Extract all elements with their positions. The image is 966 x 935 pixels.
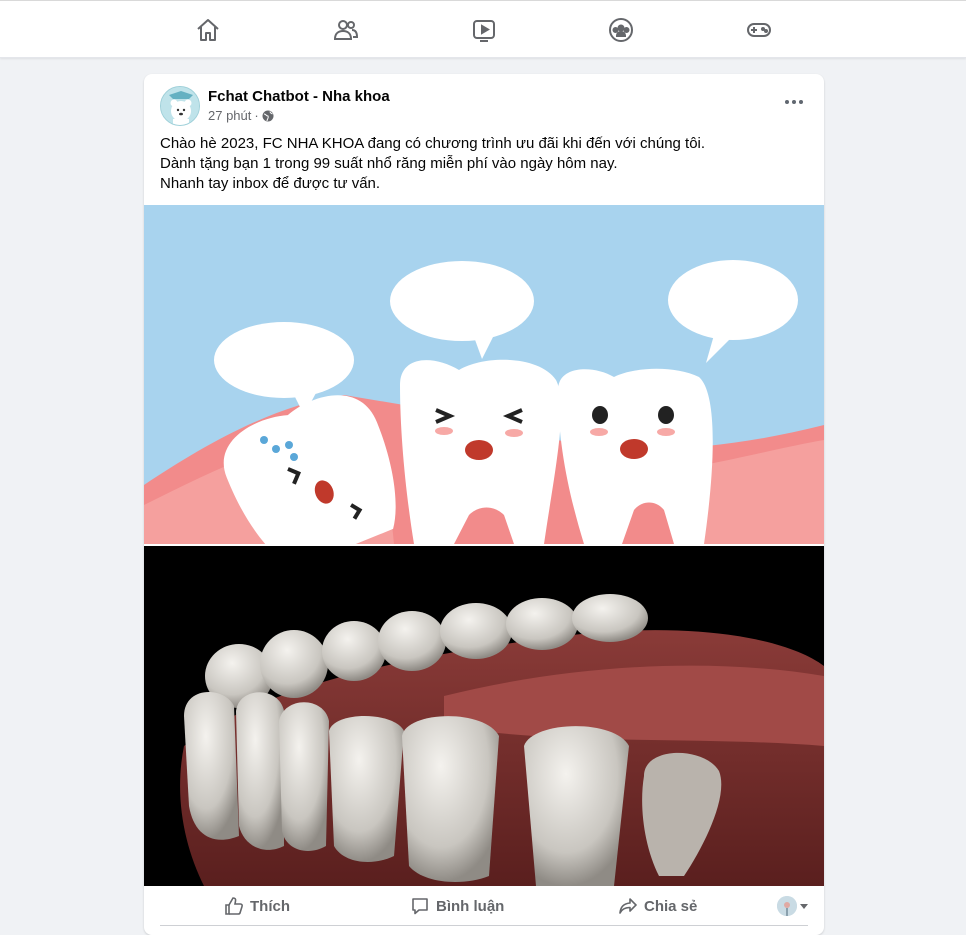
groups-icon[interactable] xyxy=(606,15,636,45)
share-label: Chia sẻ xyxy=(644,897,698,915)
globe-icon xyxy=(262,110,274,121)
post-card: Fchat Chatbot - Nha khoa 27 phút · Chào … xyxy=(144,74,824,935)
post-text-line: Chào hè 2023, FC NHA KHOA đang có chương… xyxy=(160,135,706,152)
post-image-cartoon-teeth[interactable] xyxy=(144,205,824,544)
post-image-3d-jaw[interactable] xyxy=(144,546,824,886)
audience-selector[interactable] xyxy=(777,896,808,916)
top-navigation-bar xyxy=(0,0,966,58)
post-meta: 27 phút · xyxy=(208,108,274,123)
post-time[interactable]: 27 phút xyxy=(208,108,251,123)
friends-icon[interactable] xyxy=(331,15,361,45)
comment-label: Bình luận xyxy=(436,897,505,915)
share-icon xyxy=(619,898,637,914)
post-author[interactable]: Fchat Chatbot - Nha khoa xyxy=(208,88,390,105)
chevron-down-icon xyxy=(800,903,808,909)
post-text-line: Nhanh tay inbox để được tư vấn. xyxy=(160,175,381,192)
post-text: Chào hè 2023, FC NHA KHOA đang có chương… xyxy=(160,134,810,194)
meta-separator: · xyxy=(254,108,259,123)
more-options-icon[interactable] xyxy=(782,94,806,110)
home-icon[interactable] xyxy=(193,15,223,45)
share-button[interactable]: Chia sẻ xyxy=(618,894,697,918)
like-label: Thích xyxy=(250,897,290,915)
post-action-bar: Thích Bình luận Chia sẻ xyxy=(160,886,808,926)
like-button[interactable]: Thích xyxy=(224,894,290,918)
comment-icon xyxy=(412,898,428,915)
comment-button[interactable]: Bình luận xyxy=(410,894,504,918)
page-avatar[interactable] xyxy=(160,86,200,126)
like-icon xyxy=(225,897,243,915)
watch-icon[interactable] xyxy=(469,15,499,45)
user-avatar xyxy=(777,896,797,916)
post-text-line: Dành tặng bạn 1 trong 99 suất nhổ răng m… xyxy=(160,155,618,172)
gaming-icon[interactable] xyxy=(744,15,774,45)
